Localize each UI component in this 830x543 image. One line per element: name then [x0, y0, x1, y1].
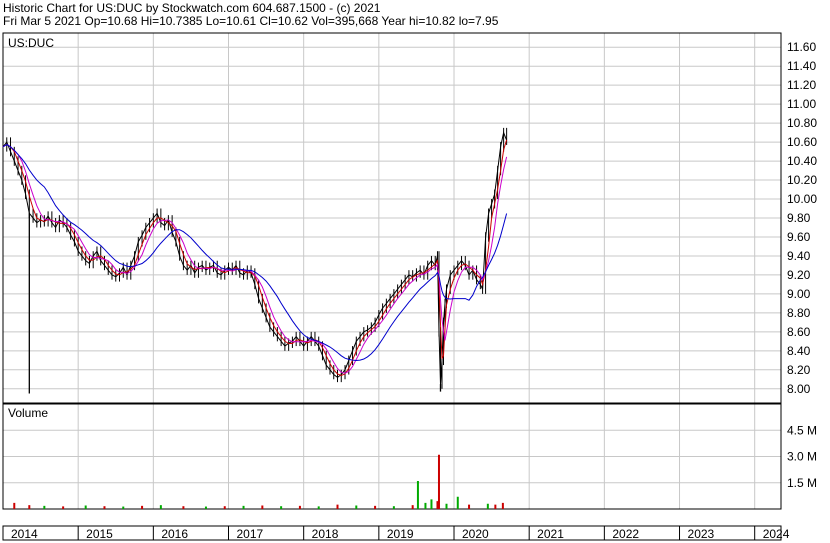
- price-tick-label: 10.20: [787, 173, 817, 187]
- year-label: 2014: [11, 527, 38, 541]
- year-label: 2022: [612, 527, 639, 541]
- price-tick-label: 11.20: [787, 78, 816, 92]
- price-tick-label: 8.00: [787, 382, 811, 396]
- price-tick-label: 11.60: [787, 40, 816, 54]
- price-tick-label: 8.80: [787, 306, 811, 320]
- year-label: 2018: [312, 527, 339, 541]
- year-label: 2021: [537, 527, 564, 541]
- year-label: 2020: [462, 527, 489, 541]
- year-label: 2016: [161, 527, 188, 541]
- grid: [3, 33, 781, 540]
- volume-bars: [13, 454, 504, 509]
- price-tick-label: 9.00: [787, 287, 811, 301]
- price-tick-label: 8.20: [787, 363, 811, 377]
- price-tick-label: 10.00: [787, 192, 817, 206]
- price-tick-label: 11.40: [787, 59, 816, 73]
- price-tick-label: 10.60: [787, 135, 817, 149]
- volume-tick-label: 1.5 M: [787, 476, 817, 490]
- price-tick-label: 8.60: [787, 325, 811, 339]
- stock-chart: US:DUC Volume 8.00 8.20 8.40 8.60 8.80 9.00 9.20…: [2, 32, 817, 541]
- price-tick-label: 11.00: [787, 97, 816, 111]
- year-label: 2023: [688, 527, 715, 541]
- year-label: 2017: [237, 527, 264, 541]
- price-tick-label: 9.20: [787, 268, 811, 282]
- year-label: 2015: [86, 527, 113, 541]
- year-label: 2024: [763, 527, 790, 541]
- price-tick-label: 9.40: [787, 249, 811, 263]
- chart-frame: [2, 32, 782, 541]
- year-label: 2019: [387, 527, 414, 541]
- volume-tick-label: 3.0 M: [787, 450, 817, 464]
- volume-label: Volume: [8, 406, 48, 420]
- price-tick-label: 10.40: [787, 154, 817, 168]
- volume-tick-label: 4.5 M: [787, 423, 817, 437]
- price-tick-label: 9.60: [787, 230, 811, 244]
- price-tick-label: 8.40: [787, 344, 811, 358]
- symbol-label: US:DUC: [8, 36, 54, 50]
- price-tick-label: 10.80: [787, 116, 817, 130]
- price-tick-label: 9.80: [787, 211, 811, 225]
- axis-labels: US:DUC Volume 8.00 8.20 8.40 8.60 8.80 9.00 9.20…: [8, 36, 817, 541]
